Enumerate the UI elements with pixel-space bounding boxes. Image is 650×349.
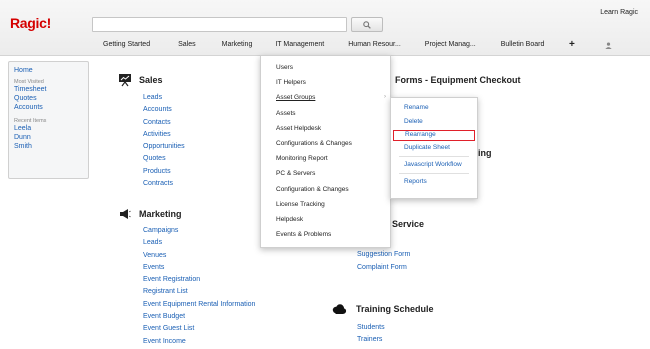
menu-item-configuration-changes[interactable]: Configuration & Changes <box>261 182 390 197</box>
menu-item-configurations-changes[interactable]: Configurations & Changes <box>261 136 390 151</box>
top-header: Ragic! Learn Ragic Getting Started Sales… <box>0 0 650 56</box>
marketing-section: Marketing Campaigns Leads Venues Events … <box>117 207 255 348</box>
submenu-divider <box>399 155 469 157</box>
marketing-events-link[interactable]: Events <box>117 262 255 274</box>
menu-item-asset-helpdesk[interactable]: Asset Helpdesk <box>261 121 390 136</box>
submenu-reports[interactable]: Reports <box>391 175 477 189</box>
suggestion-form-link[interactable]: Suggestion Form <box>357 249 424 261</box>
training-schedule-title: Training Schedule <box>356 304 434 314</box>
sales-opportunities-link[interactable]: Opportunities <box>117 141 185 153</box>
tab-human-resources[interactable]: Human Resour... <box>348 41 401 51</box>
megaphone-icon <box>117 207 133 221</box>
marketing-title: Marketing <box>139 209 182 219</box>
quick-access-panel: Home Most Visited Timesheet Quotes Accou… <box>8 61 89 179</box>
add-tab-button[interactable]: + <box>569 39 575 50</box>
marketing-event-income-link[interactable]: Event Income <box>117 336 255 348</box>
menu-item-assets[interactable]: Assets <box>261 106 390 121</box>
sales-quotes-link[interactable]: Quotes <box>117 153 185 165</box>
menu-item-events-problems[interactable]: Events & Problems <box>261 227 390 242</box>
ragic-logo[interactable]: Ragic! <box>10 15 51 31</box>
complaint-form-link[interactable]: Complaint Form <box>357 262 424 274</box>
tab-getting-started[interactable]: Getting Started <box>103 41 150 51</box>
submenu-delete[interactable]: Delete <box>391 115 477 129</box>
marketing-event-guest-list-link[interactable]: Event Guest List <box>117 323 255 335</box>
submenu-javascript-workflow[interactable]: Javascript Workflow <box>391 158 477 172</box>
marketing-event-registration-link[interactable]: Event Registration <box>117 274 255 286</box>
menu-item-pc-servers[interactable]: PC & Servers <box>261 166 390 181</box>
user-icon[interactable] <box>605 42 612 49</box>
most-visited-item[interactable]: Timesheet <box>14 85 83 94</box>
search-input[interactable] <box>92 17 347 32</box>
recent-item[interactable]: Dunn <box>14 133 83 142</box>
menu-item-asset-groups-label: Asset Groups <box>276 94 316 102</box>
cloud-icon <box>331 302 347 316</box>
sales-section: Sales Leads Accounts Contacts Activities… <box>117 73 185 190</box>
submenu-rename[interactable]: Rename <box>391 101 477 115</box>
marketing-equipment-rental-link[interactable]: Event Equipment Rental Information <box>117 299 255 311</box>
search-button[interactable] <box>351 17 383 32</box>
sales-contracts-link[interactable]: Contracts <box>117 178 185 190</box>
menu-item-users[interactable]: Users <box>261 60 390 75</box>
presentation-board-icon <box>117 73 133 87</box>
menu-item-license-tracking[interactable]: License Tracking <box>261 197 390 212</box>
recent-item[interactable]: Leela <box>14 124 83 133</box>
marketing-event-budget-link[interactable]: Event Budget <box>117 311 255 323</box>
equipment-checkout-section: Forms - Equipment Checkout <box>395 75 521 85</box>
most-visited-item[interactable]: Quotes <box>14 94 83 103</box>
submenu-divider <box>399 173 469 175</box>
training-schedule-section: Training Schedule Students Trainers <box>331 302 434 347</box>
menu-item-helpdesk[interactable]: Helpdesk <box>261 212 390 227</box>
sales-contacts-link[interactable]: Contacts <box>117 117 185 129</box>
sales-activities-link[interactable]: Activities <box>117 129 185 141</box>
tab-marketing[interactable]: Marketing <box>222 41 253 51</box>
tab-project-management[interactable]: Project Manag... <box>425 41 476 51</box>
equipment-checkout-title: Forms - Equipment Checkout <box>395 75 521 85</box>
it-management-dropdown: Users IT Helpers Asset Groups › Assets A… <box>260 55 391 248</box>
tab-it-management[interactable]: IT Management <box>275 41 324 51</box>
submenu-duplicate-sheet[interactable]: Duplicate Sheet <box>391 141 477 155</box>
sales-leads-link[interactable]: Leads <box>117 92 185 104</box>
menu-item-asset-groups[interactable]: Asset Groups › <box>261 90 390 105</box>
home-link[interactable]: Home <box>14 67 83 74</box>
asset-groups-submenu: Rename Delete Rearrange Duplicate Sheet … <box>390 97 478 199</box>
sales-products-link[interactable]: Products <box>117 166 185 178</box>
learn-ragic-link[interactable]: Learn Ragic <box>600 9 638 16</box>
search-icon <box>363 20 371 29</box>
marketing-leads-link[interactable]: Leads <box>117 237 255 249</box>
module-tabs: Getting Started Sales Marketing IT Manag… <box>103 41 544 51</box>
menu-item-it-helpers[interactable]: IT Helpers <box>261 75 390 90</box>
recent-item[interactable]: Smith <box>14 142 83 151</box>
sales-accounts-link[interactable]: Accounts <box>117 104 185 116</box>
marketing-campaigns-link[interactable]: Campaigns <box>117 225 255 237</box>
tab-bulletin-board[interactable]: Bulletin Board <box>501 41 545 51</box>
trainers-link[interactable]: Trainers <box>331 334 434 346</box>
menu-item-monitoring-report[interactable]: Monitoring Report <box>261 151 390 166</box>
sales-title: Sales <box>139 75 163 85</box>
marketing-registrant-list-link[interactable]: Registrant List <box>117 286 255 298</box>
chevron-right-icon: › <box>384 94 386 101</box>
tab-sales[interactable]: Sales <box>178 41 196 51</box>
most-visited-item[interactable]: Accounts <box>14 103 83 112</box>
marketing-venues-link[interactable]: Venues <box>117 250 255 262</box>
students-link[interactable]: Students <box>331 322 434 334</box>
submenu-rearrange[interactable]: Rearrange <box>393 129 475 141</box>
